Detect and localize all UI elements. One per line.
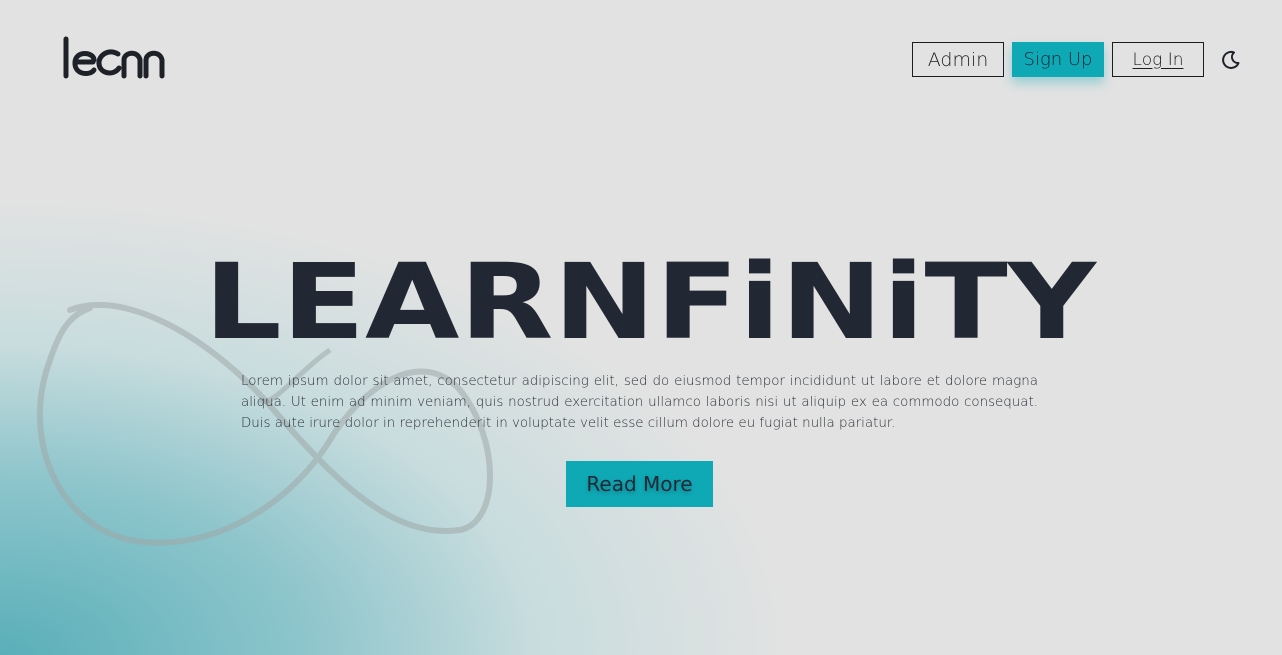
- moon-icon: [1222, 50, 1240, 69]
- hero-title-text: LEARNFiNiTY: [204, 252, 1098, 344]
- admin-button[interactable]: Admin: [912, 42, 1004, 77]
- top-nav: Admin Sign Up Log In: [912, 42, 1246, 77]
- theme-toggle-button[interactable]: [1216, 45, 1246, 75]
- read-more-button[interactable]: Read More: [566, 461, 713, 507]
- hero-title: LEARNFiNiTY: [204, 252, 1098, 344]
- hero-description: Lorem ipsum dolor sit amet, consectetur …: [241, 374, 1038, 431]
- login-button[interactable]: Log In: [1112, 42, 1204, 77]
- signup-button[interactable]: Sign Up: [1012, 42, 1104, 77]
- learn-logo[interactable]: learn: [62, 30, 172, 80]
